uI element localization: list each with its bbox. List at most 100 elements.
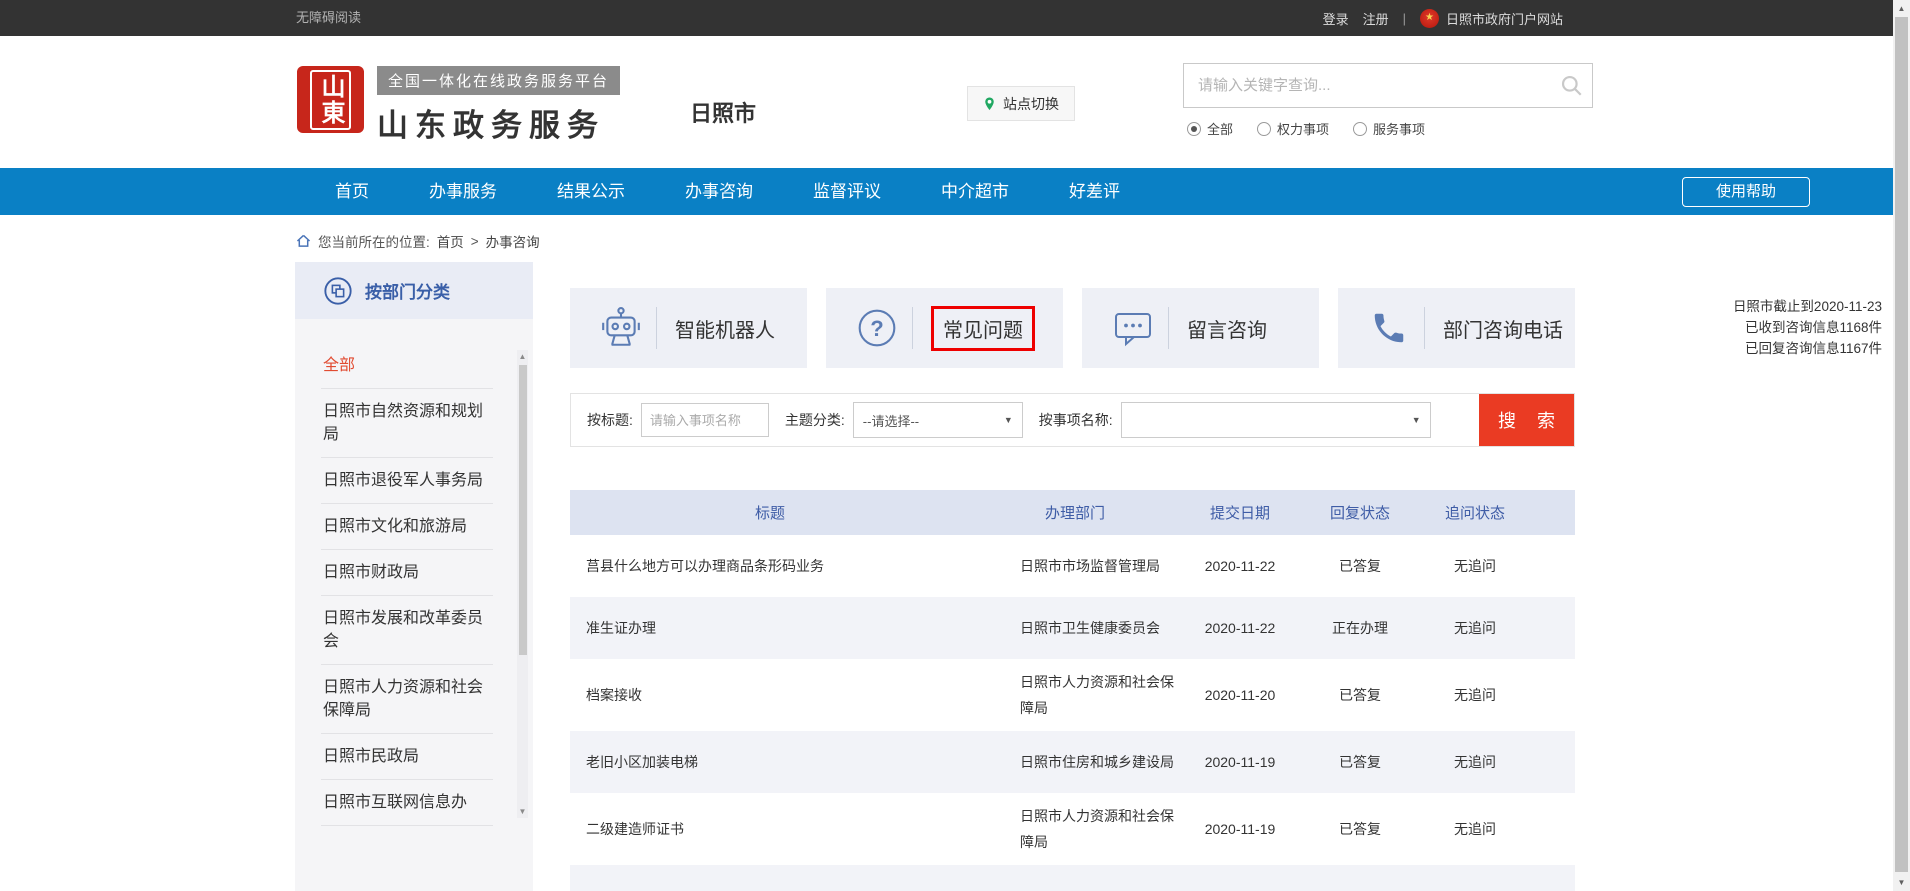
page-scrollbar[interactable]: ▲ ▼	[1893, 0, 1910, 891]
scrollbar-down-icon[interactable]: ▼	[1893, 874, 1910, 891]
cell-title[interactable]: 莒县什么地方可以办理商品条形码业务	[570, 556, 970, 576]
cell-date: 2020-11-19	[1180, 754, 1300, 770]
tab-card-3[interactable]: 留言咨询	[1082, 288, 1319, 368]
nav-item-2[interactable]: 办事服务	[399, 168, 527, 215]
sidebar-item-1[interactable]: 全部	[321, 343, 493, 389]
sidebar-title: 按部门分类	[365, 278, 450, 303]
cell-title[interactable]: 老旧小区加装电梯	[570, 752, 970, 772]
sidebar-item-5[interactable]: 日照市财政局	[321, 550, 493, 596]
tab-label: 常见问题	[931, 306, 1035, 351]
cell-date: 2020-11-19	[1180, 821, 1300, 837]
accessibility-link[interactable]: 无障碍阅读	[296, 0, 361, 36]
topbar-divider: |	[1403, 11, 1406, 26]
breadcrumb-current[interactable]: 办事咨询	[486, 231, 540, 251]
cell-date: 2020-11-22	[1180, 620, 1300, 636]
cell-reply-status: 已答复	[1300, 685, 1420, 705]
help-button[interactable]: 使用帮助	[1682, 177, 1810, 207]
scrollbar-up-icon[interactable]: ▲	[1893, 0, 1910, 17]
sidebar-item-6[interactable]: 日照市发展和改革委员会	[321, 596, 493, 665]
register-link[interactable]: 注册	[1363, 9, 1389, 28]
tab-card-4[interactable]: 部门咨询电话	[1338, 288, 1575, 368]
nav-item-5[interactable]: 监督评议	[783, 168, 911, 215]
radio-label: 服务事项	[1373, 119, 1425, 138]
site-header: 山東 全国一体化在线政务服务平台 山东政务服务 日照市 站点切换 全部 权力事项 服…	[0, 36, 1893, 168]
stats-line-2: 已收到咨询信息1168件	[1733, 317, 1882, 338]
card-divider	[912, 307, 913, 349]
search-scope-radios: 全部 权力事项 服务事项	[1187, 119, 1425, 138]
column-header-2: 办理部门	[970, 502, 1180, 523]
search-button[interactable]: 搜 索	[1479, 394, 1574, 446]
card-divider	[1424, 307, 1425, 349]
table-header: 标题办理部门提交日期回复状态追问状态	[570, 490, 1575, 535]
national-emblem-icon: ★	[1420, 9, 1439, 28]
city-name: 日照市	[690, 96, 756, 128]
cell-title[interactable]: 准生证办理	[570, 618, 970, 638]
nav-item-4[interactable]: 办事咨询	[655, 168, 783, 215]
table-row[interactable]: 准生证办理日照市卫生健康委员会2020-11-22正在办理无追问	[570, 597, 1575, 659]
sidebar-item-4[interactable]: 日照市文化和旅游局	[321, 504, 493, 550]
table-row[interactable]: 老旧小区加装电梯日照市住房和城乡建设局2020-11-19已答复无追问	[570, 731, 1575, 793]
stats-line-1: 日照市截止到2020-11-23	[1733, 296, 1882, 317]
radio-icon	[1257, 122, 1271, 136]
sidebar-item-7[interactable]: 日照市人力资源和社会保障局	[321, 665, 493, 734]
scope-radio-2[interactable]: 权力事项	[1257, 119, 1329, 138]
sidebar-item-8[interactable]: 日照市民政局	[321, 734, 493, 780]
radio-label: 全部	[1207, 119, 1233, 138]
sidebar-scrollbar-thumb[interactable]	[519, 365, 527, 655]
card-divider	[1168, 307, 1169, 349]
sidebar-scrollbar[interactable]: ▲ ▼	[517, 350, 528, 818]
card-divider	[656, 307, 657, 349]
nav-item-7[interactable]: 好差评	[1039, 168, 1150, 215]
keyword-search-input[interactable]	[1184, 64, 1592, 107]
sidebar-item-2[interactable]: 日照市自然资源和规划局	[321, 389, 493, 458]
breadcrumb-home[interactable]: 首页	[437, 231, 464, 251]
portal-link[interactable]: ★ 日照市政府门户网站	[1420, 9, 1563, 28]
cell-date: 2020-11-20	[1180, 687, 1300, 703]
cell-follow-status: 无追问	[1420, 556, 1530, 576]
title-filter-input[interactable]	[641, 403, 769, 437]
tab-card-2[interactable]: ? 常见问题	[826, 288, 1063, 368]
sidebar-item-3[interactable]: 日照市退役军人事务局	[321, 458, 493, 504]
page-scrollbar-thumb[interactable]	[1895, 17, 1908, 872]
cell-follow-status: 无追问	[1420, 819, 1530, 839]
nav-item-3[interactable]: 结果公示	[527, 168, 655, 215]
phone-icon	[1368, 309, 1410, 347]
item-name-select[interactable]: ▼	[1121, 402, 1431, 438]
search-icon[interactable]	[1560, 74, 1584, 103]
department-sidebar: 按部门分类 全部日照市自然资源和规划局日照市退役军人事务局日照市文化和旅游局日照…	[295, 262, 533, 891]
cell-title[interactable]: 二级建造师证书	[570, 819, 970, 839]
question-table: 标题办理部门提交日期回复状态追问状态 莒县什么地方可以办理商品条形码业务日照市市…	[570, 490, 1575, 891]
column-header-4: 回复状态	[1300, 502, 1420, 523]
svg-text:?: ?	[870, 316, 883, 341]
table-row[interactable]: 档案接收日照市人力资源和社会保障局2020-11-20已答复无追问	[570, 659, 1575, 731]
cell-department: 日照市人力资源和社会保障局	[970, 803, 1180, 855]
nav-menu: 首页办事服务结果公示办事咨询监督评议中介超市好差评	[305, 168, 1150, 215]
chevron-down-icon: ▼	[1412, 415, 1421, 425]
consult-tabs: 智能机器人? 常见问题 留言咨询 部门咨询电话	[570, 288, 1575, 368]
scroll-up-icon[interactable]: ▲	[517, 350, 528, 363]
breadcrumb-prefix: 您当前所在的位置:	[318, 231, 430, 251]
table-row[interactable]: 莒县什么地方可以办理商品条形码业务日照市市场监督管理局2020-11-22已答复…	[570, 535, 1575, 597]
site-switch-button[interactable]: 站点切换	[967, 86, 1075, 121]
scope-radio-3[interactable]: 服务事项	[1353, 119, 1425, 138]
category-select[interactable]: --请选择-- ▼	[853, 402, 1023, 438]
scroll-down-icon[interactable]: ▼	[517, 805, 528, 818]
tab-label: 部门咨询电话	[1443, 314, 1563, 343]
category-icon	[323, 276, 353, 306]
logo[interactable]: 山東 全国一体化在线政务服务平台 山东政务服务	[297, 66, 620, 145]
breadcrumb: 您当前所在的位置: 首页 > 办事咨询	[296, 228, 540, 254]
tab-card-1[interactable]: 智能机器人	[570, 288, 807, 368]
main-content: 智能机器人?常见问题留言咨询部门咨询电话 按标题: 主题分类: --请选择-- …	[570, 288, 1575, 368]
radio-label: 权力事项	[1277, 119, 1329, 138]
robot-icon	[600, 306, 642, 350]
sidebar-item-9[interactable]: 日照市互联网信息办	[321, 780, 493, 826]
table-row[interactable]: 二级建造师证书日照市人力资源和社会保障局2020-11-19已答复无追问	[570, 793, 1575, 865]
department-list: 全部日照市自然资源和规划局日照市退役军人事务局日照市文化和旅游局日照市财政局日照…	[295, 319, 533, 891]
scope-radio-1[interactable]: 全部	[1187, 119, 1233, 138]
login-link[interactable]: 登录	[1323, 9, 1349, 28]
cell-title[interactable]: 档案接收	[570, 685, 970, 705]
cell-follow-status: 无追问	[1420, 685, 1530, 705]
nav-item-1[interactable]: 首页	[305, 168, 399, 215]
topbar-right: 登录 注册 | ★ 日照市政府门户网站	[1323, 0, 1563, 36]
nav-item-6[interactable]: 中介超市	[911, 168, 1039, 215]
